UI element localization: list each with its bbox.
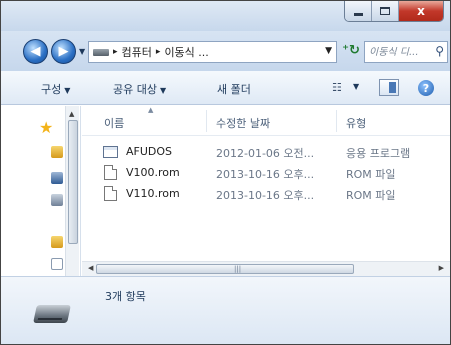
column-header-row: ▲ 이름 수정한 날짜 유형 <box>82 106 450 136</box>
minimize-icon <box>353 12 363 16</box>
address-row: ◀ ▶ ▼ ▸ 컴퓨터 ▸ 이동식 ... ▼ ⁺↻ ⚲ <box>1 31 450 71</box>
breadcrumb-separator-icon[interactable]: ▸ <box>113 47 118 57</box>
file-name: V110.rom <box>126 187 180 200</box>
libraries-icon[interactable] <box>51 146 63 158</box>
search-input[interactable] <box>369 46 433 58</box>
computer-icon[interactable] <box>51 172 63 184</box>
title-bar[interactable]: x <box>1 1 450 31</box>
application-icon <box>103 146 118 158</box>
recent-pages-dropdown[interactable]: ▼ <box>79 47 85 56</box>
maximize-button[interactable] <box>372 1 399 21</box>
new-folder-label: 새 폴더 <box>217 83 251 96</box>
preview-pane-button[interactable] <box>379 79 399 96</box>
help-button[interactable]: ? <box>418 80 434 96</box>
search-icon[interactable]: ⚲ <box>435 44 444 58</box>
forward-button[interactable]: ▶ <box>51 39 76 64</box>
close-icon: x <box>417 4 425 18</box>
share-with-button[interactable]: 공유 대상 ▼ <box>113 81 166 97</box>
close-button[interactable]: x <box>399 1 443 21</box>
column-header-name[interactable]: 이름 <box>104 115 124 131</box>
removable-drive-icon <box>33 305 71 323</box>
command-bar: 구성 ▼ 공유 대상 ▼ 새 폴더 ☷ ▼ ? <box>1 71 450 105</box>
file-modified: 2013-10-16 오후... <box>216 168 315 181</box>
sort-indicator-icon: ▲ <box>148 106 154 114</box>
nav-vertical-scrollbar[interactable]: ▲ <box>65 106 79 276</box>
address-bar[interactable]: ▸ 컴퓨터 ▸ 이동식 ... ▼ <box>88 41 337 63</box>
network-icon[interactable] <box>51 194 63 206</box>
file-type: ROM 파일 <box>346 189 396 202</box>
file-list[interactable]: ▲ 이름 수정한 날짜 유형 AFUDOS 2012-01-06 오전... 응… <box>82 106 450 261</box>
organize-button[interactable]: 구성 ▼ <box>41 81 70 97</box>
arrow-right-icon: ▶ <box>58 44 69 59</box>
refresh-button[interactable]: ⁺↻ <box>342 43 360 61</box>
column-header-type[interactable]: 유형 <box>346 115 366 131</box>
scroll-right-icon[interactable]: ▶ <box>439 264 444 272</box>
organize-label: 구성 <box>41 83 62 96</box>
file-horizontal-scrollbar[interactable]: ◀ ||| ▶ <box>82 261 450 276</box>
file-modified: 2012-01-06 오전... <box>216 147 315 160</box>
refresh-icon: ⁺↻ <box>342 43 360 58</box>
file-type: ROM 파일 <box>346 168 396 181</box>
chevron-down-icon: ▼ <box>64 86 71 95</box>
column-header-date[interactable]: 수정한 날짜 <box>216 115 270 131</box>
new-folder-button[interactable]: 새 폴더 <box>217 81 251 97</box>
change-view-icon[interactable]: ☷ <box>332 81 342 94</box>
file-modified: 2013-10-16 오후... <box>216 189 315 202</box>
file-icon <box>104 186 117 201</box>
breadcrumb-computer[interactable]: 컴퓨터 <box>122 44 152 60</box>
file-row-afudos[interactable]: AFUDOS 2012-01-06 오전... 응용 프로그램 <box>82 142 450 161</box>
breadcrumb-separator-icon[interactable]: ▸ <box>156 47 161 57</box>
file-name: V100.rom <box>126 166 180 179</box>
nav-scrollbar-thumb[interactable] <box>68 120 78 244</box>
file-scrollbar-thumb[interactable]: ||| <box>96 264 354 274</box>
grip-icon: ||| <box>234 265 242 273</box>
file-type: 응용 프로그램 <box>346 147 411 160</box>
document-icon[interactable] <box>51 258 63 270</box>
column-divider[interactable] <box>206 110 207 132</box>
minimize-button[interactable] <box>345 1 372 21</box>
view-options-dropdown[interactable]: ▼ <box>353 82 359 91</box>
column-divider[interactable] <box>336 110 337 132</box>
folder-icon[interactable] <box>51 236 63 248</box>
scroll-left-icon[interactable]: ◀ <box>88 264 93 272</box>
scroll-up-icon[interactable]: ▲ <box>69 110 74 118</box>
details-pane: 3개 항목 <box>1 276 450 344</box>
favorites-star-icon[interactable]: ★ <box>39 118 53 137</box>
file-icon <box>104 165 117 180</box>
item-count: 3개 항목 <box>105 290 146 303</box>
share-label: 공유 대상 <box>113 83 157 96</box>
help-icon: ? <box>422 81 430 95</box>
caption-buttons: x <box>344 1 444 22</box>
file-row-v110[interactable]: V110.rom 2013-10-16 오후... ROM 파일 <box>82 184 450 203</box>
chevron-down-icon: ▼ <box>159 86 167 95</box>
file-name: AFUDOS <box>126 145 173 158</box>
breadcrumb-removable-disk[interactable]: 이동식 ... <box>164 44 208 60</box>
file-row-v100[interactable]: V100.rom 2013-10-16 오후... ROM 파일 <box>82 163 450 182</box>
back-button[interactable]: ◀ <box>23 39 48 64</box>
maximize-icon <box>380 7 390 15</box>
navigation-pane[interactable]: ★ ▲ <box>1 106 81 276</box>
search-box[interactable]: ⚲ <box>364 41 448 63</box>
address-history-dropdown[interactable]: ▼ <box>325 46 332 56</box>
arrow-left-icon: ◀ <box>30 44 41 59</box>
drive-icon <box>93 48 109 56</box>
